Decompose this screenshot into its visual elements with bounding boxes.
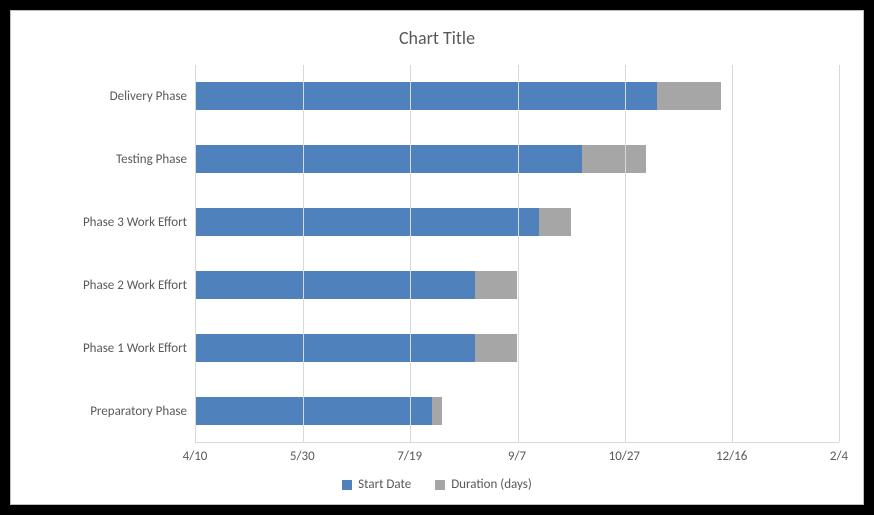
gridline — [303, 65, 304, 442]
bar-segment-start-date — [196, 145, 582, 173]
x-axis-label: 4/10 — [183, 449, 208, 464]
chart-title: Chart Title — [35, 27, 839, 49]
bar-segment-duration — [582, 145, 646, 173]
bar-segment-duration — [432, 397, 443, 425]
y-axis-label: Phase 1 Work Effort — [35, 342, 187, 355]
gridline — [839, 65, 840, 442]
gridline — [410, 65, 411, 442]
plot-container: Delivery Phase Testing Phase Phase 3 Work … — [35, 65, 839, 443]
plot-area — [195, 65, 839, 443]
y-axis-label: Preparatory Phase — [35, 405, 187, 418]
legend-label: Start Date — [358, 477, 411, 492]
legend-item-duration: Duration (days) — [435, 477, 532, 492]
legend: Start Date Duration (days) — [35, 477, 839, 496]
bar-segment-start-date — [196, 334, 475, 362]
y-axis-label: Phase 3 Work Effort — [35, 216, 187, 229]
gridline — [732, 65, 733, 442]
x-axis-label: 5/30 — [290, 449, 315, 464]
x-axis-label: 7/19 — [397, 449, 422, 464]
gridline — [518, 65, 519, 442]
bar-segment-duration — [475, 334, 518, 362]
y-axis-label: Phase 2 Work Effort — [35, 279, 187, 292]
x-axis-label: 2/4 — [830, 449, 848, 464]
x-axis-label: 10/27 — [609, 449, 640, 464]
x-axis-label: 9/7 — [508, 449, 526, 464]
legend-swatch-icon — [435, 480, 445, 490]
legend-label: Duration (days) — [451, 477, 532, 492]
bar-segment-duration — [657, 82, 721, 110]
bar-segment-start-date — [196, 82, 657, 110]
legend-swatch-icon — [342, 480, 352, 490]
x-axis: 4/105/307/199/710/2712/162/4 — [195, 443, 839, 471]
x-axis-label: 12/16 — [716, 449, 747, 464]
chart-panel: Chart Title Delivery Phase Testing Phase P… — [10, 10, 864, 505]
bar-segment-start-date — [196, 208, 539, 236]
y-axis-label: Delivery Phase — [35, 90, 187, 103]
legend-item-start-date: Start Date — [342, 477, 411, 492]
y-axis: Delivery Phase Testing Phase Phase 3 Work … — [35, 65, 195, 443]
bar-segment-start-date — [196, 271, 475, 299]
y-axis-label: Testing Phase — [35, 153, 187, 166]
gridline — [625, 65, 626, 442]
bar-segment-start-date — [196, 397, 432, 425]
chart-outer-frame: Chart Title Delivery Phase Testing Phase P… — [0, 0, 874, 515]
bar-segment-duration — [475, 271, 518, 299]
bar-segment-duration — [539, 208, 571, 236]
